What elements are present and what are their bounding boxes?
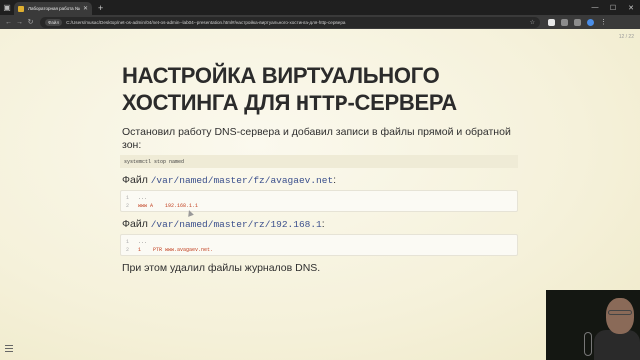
file2-prefix: Файл	[122, 218, 151, 230]
tab-title: Лабораторная работа №4	[28, 6, 80, 11]
line-number: 2	[126, 202, 130, 209]
file1-caption: Файл /var/named/master/fz/avagaev.net:	[122, 174, 336, 187]
slide: 12 / 22 НАСТРОЙКА ВИРТУАЛЬНОГО ХОСТИНГА …	[0, 29, 640, 360]
extension-icon[interactable]	[561, 18, 568, 26]
code-line: 1 ...	[126, 195, 512, 203]
url-text[interactable]: C:/Users/musac/Desktop/net-os-admin/04/n…	[66, 20, 530, 25]
bookmark-star-icon[interactable]: ☆	[530, 19, 535, 26]
close-window-icon[interactable]: ✕	[622, 0, 640, 15]
line-number: 2	[126, 246, 130, 253]
address-bar[interactable]: Файл C:/Users/musac/Desktop/net-os-admin…	[40, 16, 540, 28]
tab-active[interactable]: Лабораторная работа №4 ✕	[14, 2, 92, 15]
outro-text: При этом удалил файлы журналов DNS.	[122, 262, 321, 274]
intro-text: Остановил работу DNS-сервера и добавил з…	[122, 126, 511, 151]
toolbar: ← → ↻ Файл C:/Users/musac/Desktop/net-os…	[0, 15, 640, 29]
file2-caption: Файл /var/named/master/rz/192.168.1:	[122, 218, 325, 231]
code-text: ...	[138, 195, 148, 201]
slide-title: НАСТРОЙКА ВИРТУАЛЬНОГО ХОСТИНГА ДЛЯ HTTP…	[122, 62, 542, 118]
profile-avatar-icon[interactable]	[587, 18, 594, 26]
line-number: 1	[126, 195, 130, 201]
tab-bar: ▣ Лабораторная работа №4 ✕ + — ☐ ✕	[0, 0, 640, 15]
code-text: 1 PTR www.avagaev.net.	[138, 246, 214, 253]
title-text-end: -СЕРВЕРА	[347, 90, 458, 115]
file1-prefix: Файл	[122, 174, 151, 186]
slide-menu-icon[interactable]	[5, 345, 13, 354]
file1-suffix: :	[333, 174, 337, 186]
code-line: 1 ...	[126, 239, 512, 247]
microphone	[584, 332, 592, 356]
file1-path: /var/named/master/fz/avagaev.net	[150, 175, 334, 186]
back-icon[interactable]: ←	[3, 19, 14, 26]
extension-icon[interactable]	[548, 18, 555, 26]
presenter-glasses	[608, 310, 632, 315]
page-favicon-icon	[18, 5, 24, 12]
slide-counter: 12 / 22	[618, 34, 634, 40]
code-block-reverse-zone: 1 ... 2 1 PTR www.avagaev.net.	[120, 234, 518, 256]
presenter-head	[606, 298, 634, 334]
maximize-icon[interactable]: ☐	[604, 0, 622, 15]
presenter-body	[594, 330, 640, 360]
forward-icon[interactable]: →	[14, 19, 25, 26]
file-scheme-chip[interactable]: Файл	[45, 18, 63, 26]
window-controls: — ☐ ✕	[586, 0, 640, 15]
file2-suffix: :	[321, 218, 325, 230]
title-http: HTTP	[295, 92, 348, 117]
file2-path: /var/named/master/rz/192.168.1	[150, 219, 322, 230]
code-line: 2 1 PTR www.avagaev.net.	[126, 247, 512, 255]
code-text: ...	[138, 239, 148, 245]
webcam-overlay	[546, 290, 640, 360]
extensions-area	[548, 18, 594, 26]
tab-actions-icon[interactable]: ▣	[0, 0, 14, 15]
tab-close-icon[interactable]: ✕	[83, 5, 88, 12]
minimize-icon[interactable]: —	[586, 0, 604, 15]
new-tab-button[interactable]: +	[98, 3, 103, 13]
line-number: 1	[126, 239, 130, 245]
command-block: systemctl stop named	[120, 155, 518, 168]
code-line: 2 www A 192.168.1.1	[126, 203, 512, 211]
reload-icon[interactable]: ↻	[25, 18, 36, 26]
menu-dots-icon[interactable]: ⋮	[600, 18, 607, 26]
code-block-forward-zone: 1 ... 2 www A 192.168.1.1	[120, 190, 518, 212]
extension-icon[interactable]	[574, 18, 581, 26]
